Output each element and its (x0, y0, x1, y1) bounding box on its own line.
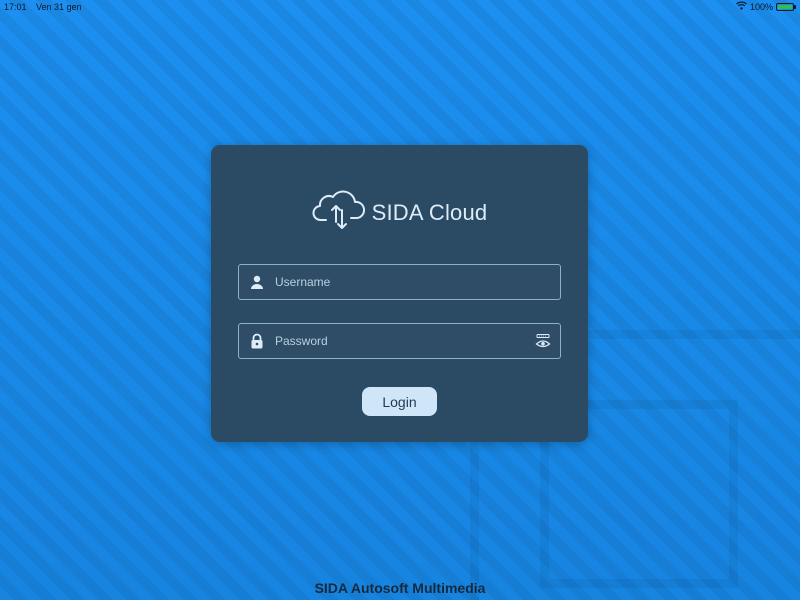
battery-percent: 100% (749, 2, 773, 12)
eye-icon[interactable] (535, 333, 551, 349)
status-date: Ven 31 gen (36, 2, 82, 12)
login-button[interactable]: Login (362, 387, 437, 416)
password-field[interactable] (238, 323, 561, 359)
brand: SIDA Cloud (211, 190, 588, 236)
username-field[interactable] (238, 264, 561, 300)
status-indicators: 100% (736, 0, 796, 14)
status-time: 17:01 (4, 2, 27, 12)
battery-level (778, 5, 792, 9)
user-icon (249, 274, 265, 290)
cloud-sync-icon (312, 188, 366, 239)
wifi-icon (736, 0, 747, 14)
status-bar: 17:01 Ven 31 gen 100% (0, 0, 800, 14)
lock-icon (249, 333, 265, 349)
login-card: SIDA Cloud Username Login (211, 145, 588, 442)
username-input[interactable] (275, 265, 525, 299)
password-input[interactable] (275, 324, 525, 358)
brand-name: SIDA Cloud (371, 200, 488, 225)
battery-icon (776, 3, 796, 11)
footer-text: SIDA Autosoft Multimedia (314, 580, 486, 596)
